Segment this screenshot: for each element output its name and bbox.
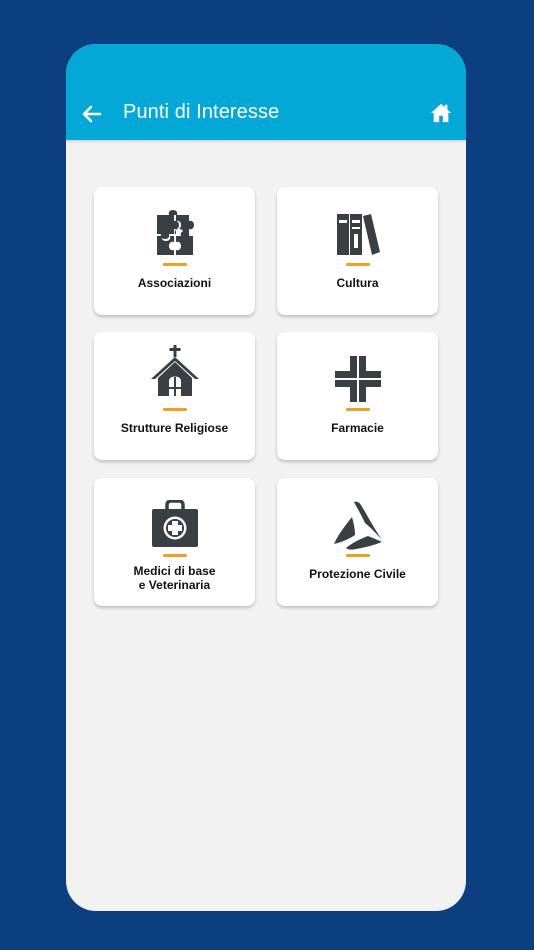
books-icon <box>336 214 380 255</box>
category-label: Medici di base e Veterinaria <box>133 564 216 592</box>
pharmacy-cross-icon <box>334 356 381 402</box>
arrow-left-icon[interactable] <box>80 102 104 126</box>
church-icon <box>150 345 199 396</box>
home-icon[interactable] <box>430 102 452 124</box>
puzzle-icon <box>156 210 194 255</box>
card-underline <box>162 408 187 411</box>
card-underline <box>345 554 370 557</box>
category-label: Associazioni <box>137 276 212 290</box>
category-card-farmacie[interactable]: Farmacie <box>277 332 438 460</box>
category-card-protezione-civile[interactable]: Protezione Civile <box>277 478 438 606</box>
app-screen: Punti di Interesse Associazioni Cultura … <box>66 44 466 911</box>
card-underline <box>345 263 370 266</box>
card-underline <box>162 554 187 557</box>
category-label: Cultura <box>336 276 379 290</box>
category-card-strutture-religiose[interactable]: Strutture Religiose <box>94 332 255 460</box>
page-title: Punti di Interesse <box>123 101 280 123</box>
card-underline <box>162 263 187 266</box>
civil-protection-icon <box>333 501 382 550</box>
app-bar: Punti di Interesse <box>66 44 466 140</box>
category-label: Strutture Religiose <box>120 421 229 435</box>
card-underline <box>345 408 370 411</box>
category-card-cultura[interactable]: Cultura <box>277 187 438 315</box>
category-card-associazioni[interactable]: Associazioni <box>94 187 255 315</box>
category-label: Protezione Civile <box>309 567 406 581</box>
medical-kit-icon <box>151 500 198 547</box>
category-label: Farmacie <box>331 421 384 435</box>
category-card-medici-veterinaria[interactable]: Medici di base e Veterinaria <box>94 478 255 606</box>
